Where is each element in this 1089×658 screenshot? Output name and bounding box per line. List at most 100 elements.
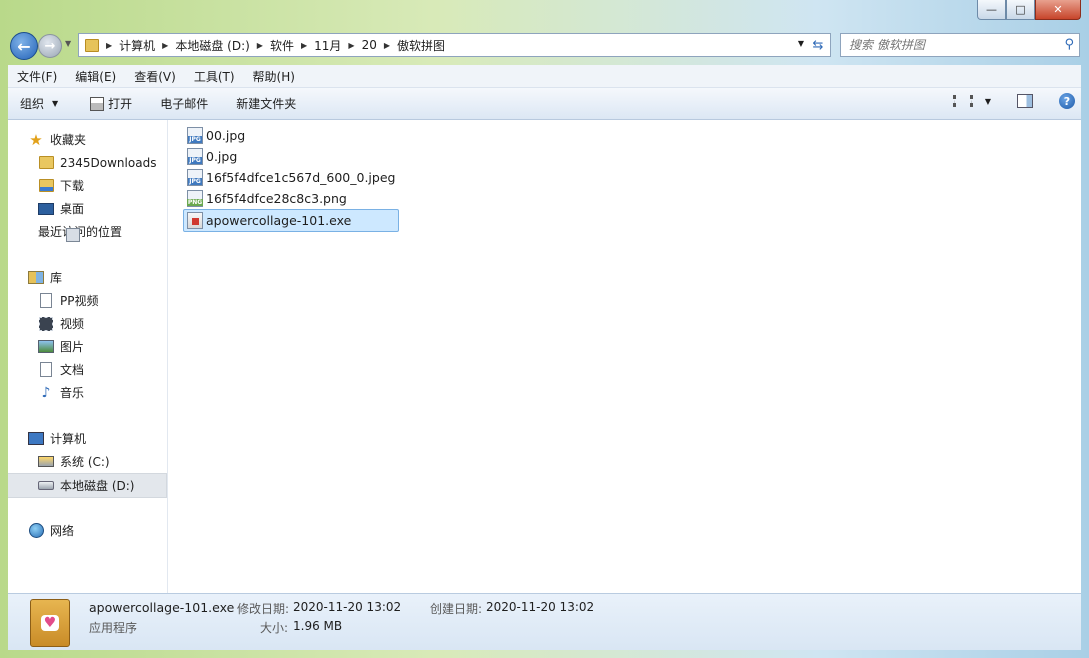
file-item[interactable]: JPG 00.jpg xyxy=(183,125,399,146)
sidebar-item-downloads[interactable]: 下载 xyxy=(8,174,167,197)
search-input[interactable] xyxy=(847,37,1061,53)
menu-edit[interactable]: 编辑(E) xyxy=(66,68,125,85)
new-folder-button[interactable]: 新建文件夹 xyxy=(226,95,306,112)
document-icon xyxy=(38,363,54,377)
document-icon xyxy=(38,294,54,308)
breadcrumb-computer[interactable]: 计算机 xyxy=(115,37,159,54)
refresh-button[interactable]: ⇆ xyxy=(806,33,831,57)
menu-file[interactable]: 文件(F) xyxy=(8,68,66,85)
search-box[interactable]: ⚲ xyxy=(840,33,1080,57)
breadcrumb-software[interactable]: 软件 xyxy=(266,37,298,54)
file-type-badge: JPG xyxy=(188,157,202,164)
breadcrumb-november[interactable]: 11月 xyxy=(310,37,345,54)
jpg-file-icon: JPG xyxy=(187,169,203,186)
recent-pages-dropdown[interactable]: ▼ xyxy=(65,39,71,48)
file-item[interactable]: JPG 0.jpg xyxy=(183,146,399,167)
sidebar-item-videos[interactable]: 视频 xyxy=(8,312,167,335)
computer-icon xyxy=(28,432,44,446)
help-icon[interactable]: ? xyxy=(1059,93,1075,109)
file-type-badge xyxy=(191,218,199,225)
sidebar-item-desktop[interactable]: 桌面 xyxy=(8,197,167,220)
view-controls: ▼ ? xyxy=(952,93,1075,109)
chevron-right-icon[interactable]: ▶ xyxy=(345,41,357,50)
change-view-icon[interactable] xyxy=(952,95,973,107)
organize-label: 组织 xyxy=(20,97,45,111)
forward-button[interactable]: → xyxy=(38,34,62,58)
close-button[interactable]: ✕ xyxy=(1035,0,1081,20)
favorites-group: ★ 收藏夹 2345Downloads 下载 桌面 最近访问的位置 xyxy=(8,128,167,243)
chevron-right-icon[interactable]: ▶ xyxy=(103,41,115,50)
music-note-icon: ♪ xyxy=(41,384,51,401)
maximize-button[interactable]: □ xyxy=(1006,0,1035,20)
sidebar-item-documents[interactable]: 文档 xyxy=(8,358,167,381)
explorer-window: — □ ✕ ← → ▼ ▶ 计算机 ▶ 本地磁盘 (D:) ▶ 软件 ▶ 11月… xyxy=(0,0,1089,658)
downloads-folder-icon xyxy=(38,179,54,193)
sidebar-item-label: 桌面 xyxy=(60,202,85,216)
menu-help[interactable]: 帮助(H) xyxy=(244,68,304,85)
file-list: JPG 00.jpg JPG 0.jpg JPG 16f5f4dfce1c567… xyxy=(183,125,400,232)
preview-pane-icon[interactable] xyxy=(1017,94,1033,108)
sidebar-item-label: 音乐 xyxy=(60,386,85,400)
forward-arrow-icon: → xyxy=(44,38,56,54)
navigation-bar: ← → ▼ ▶ 计算机 ▶ 本地磁盘 (D:) ▶ 软件 ▶ 11月 ▶ 20 … xyxy=(8,31,1081,60)
file-item[interactable]: PNG 16f5f4dfce28c8c3.png xyxy=(183,188,399,209)
chevron-right-icon[interactable]: ▶ xyxy=(381,41,393,50)
address-bar[interactable]: ▶ 计算机 ▶ 本地磁盘 (D:) ▶ 软件 ▶ 11月 ▶ 20 ▶ 傲软拼图… xyxy=(78,33,808,57)
file-item[interactable]: JPG 16f5f4dfce1c567d_600_0.jpeg xyxy=(183,167,399,188)
chevron-right-icon[interactable]: ▶ xyxy=(159,41,171,50)
computer-group: 计算机 系统 (C:) 本地磁盘 (D:) xyxy=(8,427,167,498)
view-options-chevron-icon[interactable]: ▼ xyxy=(985,97,991,106)
breadcrumb-current-folder[interactable]: 傲软拼图 xyxy=(393,37,449,54)
minimize-button[interactable]: — xyxy=(977,0,1006,20)
sidebar-item-computer[interactable]: 计算机 xyxy=(8,427,167,450)
library-icon xyxy=(28,271,44,285)
email-button[interactable]: 电子邮件 xyxy=(150,95,218,112)
sidebar-item-recent-places[interactable]: 最近访问的位置 xyxy=(8,220,167,243)
sidebar-item-2345downloads[interactable]: 2345Downloads xyxy=(8,151,167,174)
sidebar-item-favorites[interactable]: ★ 收藏夹 xyxy=(8,128,167,151)
address-history-dropdown[interactable]: ▼ xyxy=(798,39,804,48)
file-name: 00.jpg xyxy=(206,128,246,143)
open-icon xyxy=(90,96,105,111)
sidebar-item-label: 文档 xyxy=(60,363,85,377)
new-folder-label: 新建文件夹 xyxy=(236,97,297,111)
search-icon[interactable]: ⚲ xyxy=(1064,37,1074,52)
picture-icon xyxy=(38,340,54,354)
email-label: 电子邮件 xyxy=(160,97,209,111)
sidebar-item-pp-video[interactable]: PP视频 xyxy=(8,289,167,312)
chevron-down-icon: ▼ xyxy=(52,99,59,108)
sidebar-item-network[interactable]: 网络 xyxy=(8,519,167,542)
back-button[interactable]: ← xyxy=(10,32,38,60)
file-item-selected[interactable]: apowercollage-101.exe xyxy=(183,209,400,232)
details-created-value: 2020-11-20 13:02 xyxy=(486,600,595,614)
details-size-label: 大小: xyxy=(260,621,289,635)
details-modified-value: 2020-11-20 13:02 xyxy=(293,600,402,614)
jpg-file-icon: JPG xyxy=(187,127,203,144)
sidebar-item-drive-d[interactable]: 本地磁盘 (D:) xyxy=(8,473,167,498)
sidebar-item-label: 收藏夹 xyxy=(50,133,87,147)
main-content: ★ 收藏夹 2345Downloads 下载 桌面 最近访问的位置 库 PP视频… xyxy=(8,120,1081,593)
breadcrumb-drive-d[interactable]: 本地磁盘 (D:) xyxy=(171,37,253,54)
sidebar-item-label: 图片 xyxy=(60,340,85,354)
sidebar-item-libraries[interactable]: 库 xyxy=(8,266,167,289)
menu-view[interactable]: 查看(V) xyxy=(125,68,185,85)
sidebar-item-music[interactable]: ♪ 音乐 xyxy=(8,381,167,404)
organize-button[interactable]: 组织 ▼ xyxy=(8,95,68,112)
breadcrumb-20[interactable]: 20 xyxy=(358,38,381,52)
file-name: 16f5f4dfce28c8c3.png xyxy=(206,191,347,206)
libraries-group: 库 PP视频 视频 图片 文档 ♪ 音乐 xyxy=(8,266,167,404)
sidebar-item-pictures[interactable]: 图片 xyxy=(8,335,167,358)
details-created-label: 创建日期: xyxy=(430,602,483,616)
maximize-icon: □ xyxy=(1015,3,1026,16)
star-icon: ★ xyxy=(29,130,43,149)
menu-tools[interactable]: 工具(T) xyxy=(185,68,244,85)
hard-drive-icon xyxy=(38,479,54,493)
sidebar-item-label: 下载 xyxy=(60,179,85,193)
chevron-right-icon[interactable]: ▶ xyxy=(254,41,266,50)
details-size-value: 1.96 MB xyxy=(293,619,343,633)
network-group: 网络 xyxy=(8,519,167,542)
sidebar-item-drive-c[interactable]: 系统 (C:) xyxy=(8,450,167,473)
system-drive-icon xyxy=(38,455,54,469)
chevron-right-icon[interactable]: ▶ xyxy=(298,41,310,50)
open-button[interactable]: 打开 xyxy=(80,95,142,112)
